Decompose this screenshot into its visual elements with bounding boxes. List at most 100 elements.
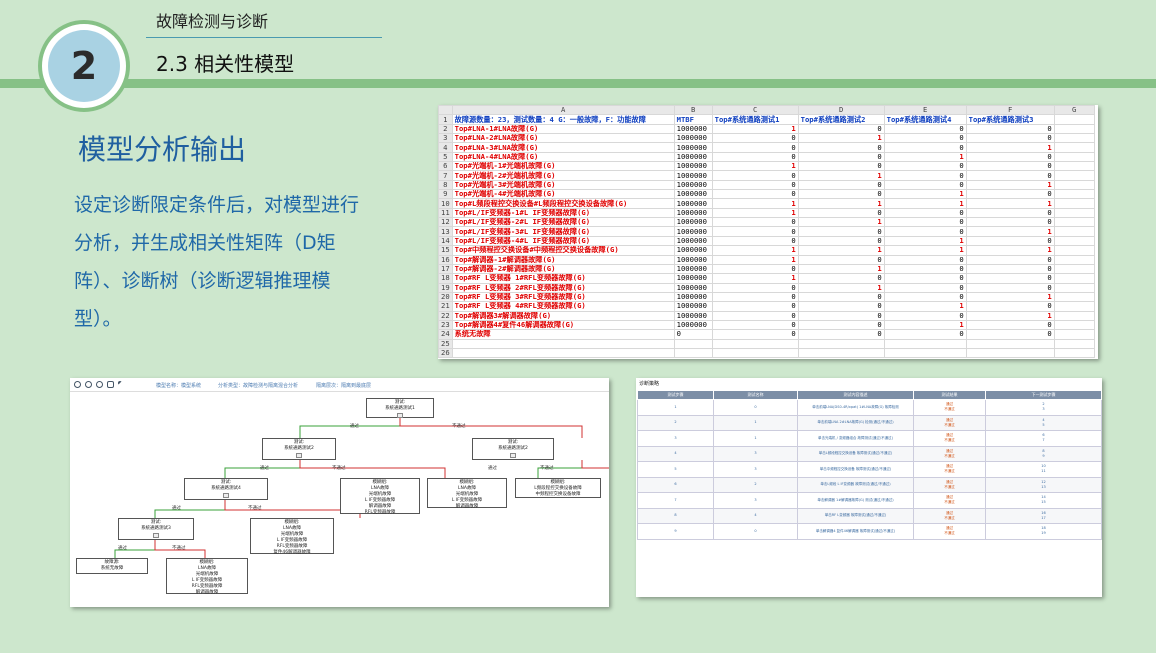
- column-letter[interactable]: A: [451, 105, 675, 116]
- matrix-cell[interactable]: 0: [883, 329, 967, 340]
- empty-cell[interactable]: [1053, 170, 1095, 181]
- matrix-cell[interactable]: 0: [711, 291, 799, 303]
- matrix-cell[interactable]: 1: [711, 245, 799, 256]
- fault-name-cell[interactable]: Top#LNA-2#LNA故障(G): [451, 133, 675, 144]
- row-number[interactable]: 17: [438, 263, 453, 275]
- row-number[interactable]: 13: [438, 226, 453, 237]
- matrix-cell[interactable]: 0: [711, 170, 799, 181]
- matrix-cell[interactable]: 0: [797, 189, 885, 200]
- matrix-cell[interactable]: 1: [883, 198, 967, 209]
- matrix-cell[interactable]: 0: [711, 151, 799, 163]
- matrix-cell[interactable]: 0: [711, 263, 799, 275]
- matrix-cell[interactable]: 0: [965, 282, 1055, 293]
- tree-node-test1[interactable]: 测试: 系统通路测试1: [366, 398, 434, 418]
- tree-node-ambiguity-group-4[interactable]: 模糊组: LNA故障 光端机故障 L IF变频器故障 RFL变频器故障 复件46…: [250, 518, 334, 555]
- tree-node-test2-left[interactable]: 测试: 系统通路测试2: [262, 438, 336, 460]
- empty-cell[interactable]: [965, 338, 1055, 349]
- matrix-cell[interactable]: 1: [711, 198, 799, 209]
- matrix-cell[interactable]: 0: [883, 226, 967, 237]
- mtbf-cell[interactable]: 1000000: [673, 263, 713, 275]
- matrix-cell[interactable]: 0: [797, 179, 885, 191]
- mtbf-cell[interactable]: 1000000: [673, 226, 713, 237]
- row-number[interactable]: 18: [438, 273, 453, 284]
- tree-node-ambiguity-group-3[interactable]: 模糊组: L频段程控交换设备故障 中频程控交换设备故障: [515, 478, 601, 498]
- fault-name-cell[interactable]: Top#光端机-2#光端机故障(G): [451, 170, 675, 181]
- tree-node-test3[interactable]: 测试: 系统通路测试3: [118, 518, 194, 540]
- empty-cell[interactable]: [1053, 245, 1095, 256]
- matrix-cell[interactable]: 0: [883, 207, 967, 219]
- empty-cell[interactable]: [1053, 338, 1095, 349]
- matrix-cell[interactable]: 0: [711, 133, 799, 144]
- empty-cell[interactable]: [673, 347, 713, 359]
- column-letter[interactable]: G: [1053, 105, 1095, 116]
- empty-cell[interactable]: [1053, 207, 1095, 219]
- empty-cell[interactable]: [1053, 291, 1095, 303]
- fault-name-cell[interactable]: Top#解调器4#复件46解调器故障(G): [451, 319, 675, 331]
- mtbf-cell[interactable]: 1000000: [673, 151, 713, 163]
- matrix-cell[interactable]: 1: [965, 179, 1055, 191]
- fault-name-cell[interactable]: Top#RF L变频器 4#RFL变频器故障(G): [451, 301, 675, 312]
- matrix-cell[interactable]: 0: [883, 291, 967, 303]
- fault-name-cell[interactable]: Top#L/IF变频器-1#L IF变频器故障(G): [451, 207, 675, 219]
- row-number[interactable]: 22: [438, 310, 453, 321]
- matrix-cell[interactable]: 0: [711, 329, 799, 340]
- mtbf-cell[interactable]: 1000000: [673, 310, 713, 321]
- empty-cell[interactable]: [1053, 273, 1095, 284]
- empty-cell[interactable]: [883, 347, 967, 359]
- mtbf-cell[interactable]: 1000000: [673, 301, 713, 312]
- fault-name-cell[interactable]: Top#解调器-2#解调器故障(G): [451, 263, 675, 275]
- mtbf-cell[interactable]: 1000000: [673, 142, 713, 153]
- empty-cell[interactable]: [1053, 310, 1095, 321]
- matrix-cell[interactable]: 1: [965, 198, 1055, 209]
- matrix-cell[interactable]: 1: [965, 226, 1055, 237]
- row-number[interactable]: 5: [438, 151, 453, 163]
- header-cell[interactable]: Top#系统通路测试2: [797, 114, 885, 125]
- matrix-cell[interactable]: 0: [883, 263, 967, 275]
- matrix-cell[interactable]: 0: [711, 179, 799, 191]
- matrix-cell[interactable]: 0: [797, 123, 885, 135]
- tree-node-ambiguity-group-5[interactable]: 模糊组: LNA故障 光端机故障 L IF变频器故障 RFL变频器故障 解调器故…: [166, 558, 248, 595]
- matrix-cell[interactable]: 0: [797, 207, 885, 219]
- matrix-cell[interactable]: 0: [883, 310, 967, 321]
- mtbf-cell[interactable]: 1000000: [673, 133, 713, 144]
- matrix-cell[interactable]: 1: [883, 301, 967, 312]
- matrix-cell[interactable]: 0: [883, 142, 967, 153]
- matrix-cell[interactable]: 0: [965, 329, 1055, 340]
- matrix-cell[interactable]: 0: [797, 319, 885, 331]
- mtbf-cell[interactable]: 1000000: [673, 179, 713, 191]
- fault-name-cell[interactable]: Top#LNA-4#LNA故障(G): [451, 151, 675, 163]
- column-letter[interactable]: C: [711, 105, 799, 116]
- matrix-cell[interactable]: 0: [883, 170, 967, 181]
- matrix-cell[interactable]: 0: [797, 151, 885, 163]
- empty-cell[interactable]: [797, 338, 885, 349]
- table-row[interactable]: 1 0 单击前端LNA(DS0-4R/xpat) 1#LNA故障(G) 故障检测 通过…: [637, 399, 1102, 416]
- matrix-cell[interactable]: 1: [883, 319, 967, 331]
- table-row[interactable]: 7 3 单击解调器 1#解调器故障(G) 测试(通过/不通过) 通过 不通过 14 15: [637, 492, 1102, 509]
- row-number[interactable]: 3: [438, 133, 453, 144]
- tree-node-test2-right[interactable]: 测试: 系统通路测试2: [472, 438, 554, 460]
- fault-name-cell[interactable]: 系统无故障: [451, 329, 675, 340]
- row-number[interactable]: 23: [438, 319, 453, 331]
- matrix-cell[interactable]: 0: [711, 189, 799, 200]
- empty-cell[interactable]: [1053, 254, 1095, 265]
- mtbf-cell[interactable]: 1000000: [673, 170, 713, 181]
- header-cell[interactable]: Top#系统通路测试4: [883, 114, 967, 125]
- matrix-cell[interactable]: 0: [965, 254, 1055, 265]
- header-cell[interactable]: MTBF: [673, 114, 713, 125]
- fault-name-cell[interactable]: Top#RF L变频器 1#RFL变频器故障(G): [451, 273, 675, 284]
- mtbf-cell[interactable]: 1000000: [673, 207, 713, 219]
- empty-cell[interactable]: [797, 347, 885, 359]
- matrix-cell[interactable]: 1: [883, 245, 967, 256]
- table-row[interactable]: 5 3 单击中频程控交换设备 故障测试(通过/不通过) 通过 不通过 10 11: [637, 461, 1102, 478]
- matrix-cell[interactable]: 0: [965, 161, 1055, 172]
- matrix-cell[interactable]: 0: [965, 263, 1055, 275]
- matrix-cell[interactable]: 1: [711, 254, 799, 265]
- header-cell[interactable]: [1053, 114, 1095, 125]
- header-cell[interactable]: Top#系统通路测试1: [711, 114, 799, 125]
- collapse-icon[interactable]: [223, 493, 229, 498]
- table-row[interactable]: 2 1 单击前端LNA 2#LNA故障(G) 检测(通过/不通过) 通过 不通过 4 5: [637, 414, 1102, 431]
- column-letter[interactable]: E: [883, 105, 967, 116]
- empty-cell[interactable]: [711, 338, 799, 349]
- fault-name-cell[interactable]: Top#RF L变频器 3#RFL变频器故障(G): [451, 291, 675, 303]
- matrix-cell[interactable]: 0: [797, 235, 885, 247]
